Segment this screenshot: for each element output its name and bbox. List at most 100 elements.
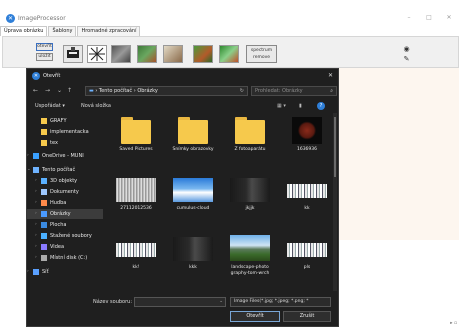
refresh-icon[interactable]: ↻	[240, 87, 244, 95]
file-item[interactable]: landscape-photo graphy-tom-wrch	[223, 231, 277, 281]
expand-chevron-icon[interactable]: ›	[35, 220, 37, 230]
stamp-filter-button[interactable]	[63, 45, 83, 63]
up-arrow-icon[interactable]: ↑	[67, 87, 72, 94]
expand-chevron-icon[interactable]: ›	[35, 231, 37, 241]
file-name: Snímky obrazovky	[172, 147, 214, 152]
cancel-button[interactable]: Zrušit	[283, 311, 331, 322]
maximize-button[interactable]: □	[423, 14, 435, 21]
navigation-pane: GRAFY implementacka tex › OneDrive - MUNI ⌄ Te…	[27, 113, 103, 293]
file-item[interactable]: Snímky obrazovky	[166, 113, 220, 163]
music-icon	[41, 200, 47, 206]
breadcrumb-pictures[interactable]: Obrázky	[137, 88, 158, 94]
nav-item[interactable]: › Hudba	[27, 198, 103, 208]
file-item[interactable]: pls	[280, 231, 334, 281]
expand-chevron-icon[interactable]: ›	[35, 242, 37, 252]
recent-chevron-icon[interactable]: ⌄	[57, 87, 62, 94]
nav-item-label: Místní disk (C:)	[50, 255, 88, 261]
nav-item[interactable]: › Videa	[27, 242, 103, 252]
file-item[interactable]: jkjjk	[223, 172, 277, 222]
save-file-button[interactable]: uložit	[36, 53, 53, 61]
nav-item[interactable]: tex	[27, 138, 103, 148]
file-item[interactable]: 1636936	[280, 113, 334, 163]
saturate-filter-button[interactable]	[219, 45, 239, 63]
expand-chevron-icon[interactable]: ›	[35, 253, 37, 263]
address-bar[interactable]: ▬ › Tento počítač › Obrázky ↻	[85, 86, 248, 96]
nav-item[interactable]: implementacka	[27, 127, 103, 137]
new-folder-button[interactable]: Nová složka	[81, 103, 111, 109]
file-item[interactable]: kkk	[166, 231, 220, 281]
window-title: ImageProcessor	[18, 15, 66, 22]
color-filter-button[interactable]	[137, 45, 157, 63]
nav-item[interactable]: › 3D objekty	[27, 176, 103, 186]
status-text: ▸ ▫	[450, 321, 457, 326]
file-list: Saved Pictures Snímky obrazovky Z fotoapar…	[109, 113, 337, 293]
nav-item[interactable]: › Síť	[27, 267, 103, 277]
nav-item[interactable]: › Plocha	[27, 220, 103, 230]
breadcrumb-this-pc[interactable]: Tento počítač	[99, 88, 132, 94]
file-item[interactable]: Saved Pictures	[109, 113, 163, 163]
organize-menu[interactable]: Uspořádat ▾	[35, 103, 65, 109]
nav-item[interactable]: › Obrázky	[27, 209, 103, 219]
search-input[interactable]: Prohledat: Obrázky ⌕	[251, 86, 337, 96]
view-mode-icon[interactable]: ▦ ▾	[277, 103, 286, 109]
image-thumbnail	[230, 235, 270, 261]
nav-item[interactable]: GRAFY	[27, 116, 103, 126]
nav-item[interactable]: › Dokumenty	[27, 187, 103, 197]
nav-item[interactable]: › Místní disk (C:)	[27, 253, 103, 263]
chevron-down-icon[interactable]: ⌄	[219, 299, 223, 304]
nav-item[interactable]: › Stažené soubory	[27, 231, 103, 241]
expand-chevron-icon[interactable]: ›	[35, 187, 37, 197]
file-item[interactable]: 27112012536	[109, 172, 163, 222]
tab-batch-processing[interactable]: Hromadné zpracování	[77, 26, 141, 36]
breadcrumb-sep-2: ›	[133, 88, 136, 94]
file-item[interactable]: kk	[280, 172, 334, 222]
open-file-dialog: ✕ Otevřít ✕ ← → ⌄ ↑ ▬ › Tento počítač › …	[26, 68, 339, 327]
file-name: kk!	[132, 265, 140, 270]
dialog-close-button[interactable]: ✕	[328, 72, 333, 79]
expand-chevron-icon[interactable]: ›	[35, 209, 37, 219]
nav-item[interactable]: › OneDrive - MUNI	[27, 151, 103, 161]
file-name: 1636936	[296, 147, 318, 152]
app-logo-icon: ✕	[6, 14, 15, 23]
help-icon[interactable]: ?	[317, 102, 325, 110]
filename-input[interactable]: ⌄	[134, 297, 226, 307]
file-name: cumulus-cloud	[176, 206, 210, 211]
tab-image-edit[interactable]: Úprava obrázku	[0, 26, 48, 36]
folder-icon	[41, 129, 47, 135]
scrollbar-thumb[interactable]	[334, 117, 336, 177]
expand-chevron-icon[interactable]: ›	[27, 267, 29, 277]
file-item[interactable]: kk!	[109, 231, 163, 281]
open-file-button[interactable]: otevřít	[36, 43, 53, 51]
file-item[interactable]: cumulus-cloud	[166, 172, 220, 222]
expand-chevron-icon[interactable]: ›	[27, 151, 29, 161]
eye-icon[interactable]: ◉	[402, 45, 411, 54]
dialog-title-bar: ✕ Otevřít ✕	[27, 69, 338, 83]
expand-chevron-icon[interactable]: ⌄	[27, 165, 31, 175]
back-arrow-icon[interactable]: ←	[33, 87, 38, 94]
expand-chevron-icon[interactable]: ›	[35, 198, 37, 208]
open-button[interactable]: Otevřít	[230, 311, 280, 322]
forward-arrow-icon[interactable]: →	[45, 87, 50, 94]
file-name: kk	[304, 206, 310, 211]
folder-icon	[41, 140, 47, 146]
file-name: jkjjk	[245, 206, 255, 211]
minimize-button[interactable]: –	[403, 14, 415, 21]
brush-icon[interactable]: ✎	[402, 55, 411, 64]
nav-item[interactable]: ⌄ Tento počítač	[27, 165, 103, 175]
grayscale-filter-button[interactable]	[111, 45, 131, 63]
nav-item-label: Stažené soubory	[50, 233, 92, 239]
sparkle-filter-button[interactable]	[87, 45, 107, 63]
spectrum-remove-button[interactable]: spectrum remove	[246, 45, 277, 63]
preview-pane-icon[interactable]: ▮	[299, 103, 302, 109]
file-item[interactable]: Z fotoaparátu	[223, 113, 277, 163]
tab-templates[interactable]: Šablony	[48, 26, 77, 36]
pc-icon: ▬	[89, 88, 94, 94]
expand-chevron-icon[interactable]: ›	[35, 176, 37, 186]
close-window-button[interactable]: ✕	[443, 14, 455, 21]
filetype-select[interactable]: Image Files(*.jpg; *.jpeg; *.png; *	[230, 297, 331, 307]
image-thumbnail	[292, 117, 322, 144]
file-list-scrollbar[interactable]	[333, 113, 337, 291]
contrast-filter-button[interactable]	[193, 45, 213, 63]
dialog-footer: Název souboru: ⌄ Image Files(*.jpg; *.jp…	[27, 295, 338, 328]
sepia-filter-button[interactable]	[163, 45, 183, 63]
